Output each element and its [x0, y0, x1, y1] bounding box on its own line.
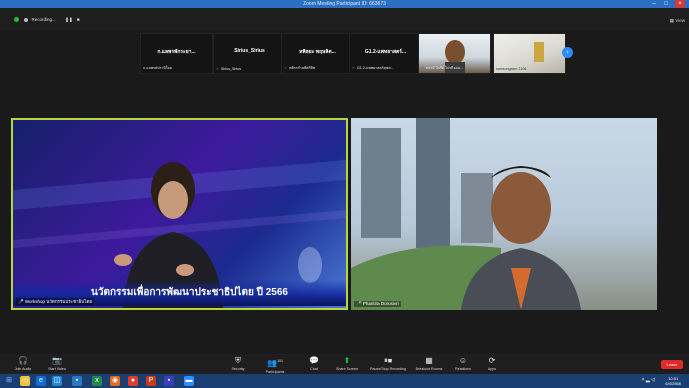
meeting-toolbar: 🎧 Join Audio 📷 Start Video ⛨ Security 👥1… — [0, 354, 689, 374]
toolbar-label: Security — [231, 367, 245, 371]
recording-indicator[interactable]: Recording... ❚❚ ■ — [14, 17, 80, 23]
presentation-banner: นวัตกรรมเพื่อการพัฒนาประชาธิปไตย ปี 2566 — [91, 287, 288, 298]
toolbar-label: Start Video — [48, 367, 66, 371]
participant-thumb[interactable]: หพิฮยะ พฤษลิต... ✕ หพิรรกำลพิตริสิท — [281, 33, 354, 74]
mic-muted-icon: ✕ — [352, 66, 356, 70]
network-icon: ▂ — [645, 377, 650, 383]
mic-muted-icon: ✕ — [216, 67, 220, 71]
participant-caption: ก.แลพรพ่ประบิใดย — [143, 66, 172, 70]
chrome-icon[interactable]: ● — [128, 376, 138, 386]
stop-icon[interactable]: ■ — [77, 17, 80, 22]
app-icon[interactable]: ▪ — [72, 376, 82, 386]
apps-icon: ⟳ — [488, 356, 496, 365]
pause-icon[interactable]: ❚❚ — [65, 17, 73, 22]
recording-label: Recording... — [31, 17, 56, 22]
participants-button[interactable]: 👥101 Participants — [258, 355, 292, 374]
chat-button[interactable]: 💬 Chat — [297, 355, 331, 371]
system-tray[interactable]: ˄ ▂ ◁ — [642, 377, 655, 383]
clock-date: 6/4/2566 — [665, 381, 681, 386]
mic-muted-icon: ✕ — [421, 66, 425, 70]
mic-icon: 🎤 — [356, 301, 362, 306]
share-screen-icon: ⬆ — [343, 356, 351, 365]
volume-icon: ◁ — [651, 377, 655, 383]
chat-icon: 💬 — [309, 356, 319, 365]
participant-thumb[interactable]: ✕ ทรรมี วิภรีย์ โปรกิจอน... — [418, 33, 491, 74]
windows-start-icon[interactable]: ⊞ — [4, 376, 14, 386]
participant-caption: Sirius_Sirius — [221, 67, 241, 71]
apps-button[interactable]: ⟳ Apps — [475, 355, 509, 371]
recording-dot-icon — [24, 17, 29, 22]
meeting-topbar — [0, 8, 689, 30]
leave-button[interactable]: Leave — [661, 360, 683, 369]
mic-icon: 🎤 — [18, 299, 24, 304]
headphones-icon: 🎧 — [18, 356, 28, 365]
toolbar-label: Join Audio — [14, 367, 32, 371]
participant-name: Workshop นวัตกรรมประชาธิปไตย — [24, 299, 93, 304]
view-label: View — [675, 18, 685, 23]
record-icon: ⏸⏹ — [384, 356, 392, 365]
people-icon: 👥101 — [267, 358, 283, 368]
video-tile-speaker[interactable]: 🎤 Phantira Dorusivri — [351, 118, 657, 310]
edge-browser-icon[interactable]: e — [36, 376, 46, 386]
shield-status-icon — [14, 17, 19, 23]
participant-name: หพิฮยะ พฤษลิต... — [299, 49, 336, 55]
participant-thumb[interactable]: Sirius_Sirius ✕ Sirius_Sirius — [213, 33, 286, 74]
grid-icon: ▦ — [425, 356, 433, 365]
participant-thumb[interactable]: samsungcam 2106 — [493, 33, 566, 74]
join-audio-button[interactable]: 🎧 Join Audio — [6, 355, 40, 371]
participant-name-tag: 🎤 Workshop นวัตกรรมประชาธิปไตย — [16, 298, 95, 305]
window-title: Zoom Meeting Participant ID: 663673 — [303, 1, 386, 7]
video-off-icon: 📷 — [52, 356, 62, 365]
mic-muted-icon: ✕ — [284, 66, 288, 70]
participant-thumb[interactable]: ก.แลพรพักระยา... ก.แลพรพ่ประบิใดย — [140, 33, 213, 74]
participant-caption: samsungcam 2106 — [496, 67, 527, 71]
chevron-up-icon: ˄ — [641, 377, 645, 383]
powerpoint-icon[interactable]: P — [146, 376, 156, 386]
participant-count: 101 — [277, 359, 283, 363]
os-taskbar: ⊞ ▭ e ◫ ▪ x ◉ ● P ▪ ▬ ˄ ▂ ◁ 10:51 6/4/25… — [0, 374, 689, 388]
next-page-button[interactable]: › — [562, 47, 573, 58]
pause-stop-recording-button[interactable]: ⏸⏹ Pause/Stop Recording — [368, 355, 408, 371]
participant-name: ก.แลพรพักระยา... — [157, 49, 196, 55]
zoom-icon[interactable]: ▬ — [184, 376, 194, 386]
maximize-button[interactable]: □ — [661, 0, 671, 8]
minimize-button[interactable]: – — [649, 0, 659, 8]
participant-caption: G1.2-แพทยาสตร์สุขต... — [357, 66, 394, 70]
participant-name: Sirius_Sirius — [234, 48, 265, 54]
participant-name-tag: 🎤 Phantira Dorusivri — [354, 301, 401, 307]
firefox-icon[interactable]: ◉ — [110, 376, 120, 386]
speaker-video — [351, 118, 581, 310]
store-icon[interactable]: ◫ — [52, 376, 62, 386]
grid-view-icon: ▦ — [669, 18, 675, 23]
breakout-rooms-button[interactable]: ▦ Breakout Rooms — [412, 355, 446, 371]
file-explorer-icon[interactable]: ▭ — [20, 376, 30, 386]
shield-icon: ⛨ — [235, 356, 241, 365]
toolbar-label: Share Screen — [336, 367, 358, 371]
participant-name: Phantira Dorusivri — [362, 301, 399, 306]
start-video-button[interactable]: 📷 Start Video — [40, 355, 74, 371]
share-screen-button[interactable]: ⬆ Share Screen — [330, 355, 364, 371]
window-titlebar: Zoom Meeting Participant ID: 663673 – □ … — [0, 0, 689, 8]
chevron-right-icon: › — [566, 49, 569, 56]
participant-caption: ทรรมี วิภรีย์ โปรกิจอน... — [426, 66, 464, 70]
app-icon-2[interactable]: ▪ — [164, 376, 174, 386]
participant-name: G1.2-แพทยาสตร์... — [364, 49, 407, 55]
excel-icon[interactable]: x — [92, 376, 102, 386]
toolbar-label: Chat — [310, 367, 318, 371]
participant-thumb[interactable]: G1.2-แพทยาสตร์... ✕ G1.2-แพทยาสตร์สุขต... — [349, 33, 422, 74]
toolbar-label: Apps — [487, 367, 497, 371]
participant-caption: หพิรรกำลพิตริสิท — [289, 66, 316, 70]
toolbar-label: Reactions — [455, 367, 471, 371]
security-button[interactable]: ⛨ Security — [221, 355, 255, 371]
system-clock[interactable]: 10:51 6/4/2566 — [665, 376, 681, 386]
toolbar-label: Pause/Stop Recording — [370, 367, 406, 371]
video-tile-presenter[interactable]: นวัตกรรมเพื่อการพัฒนาประชาธิปไตย ปี 2566… — [11, 118, 348, 310]
view-button[interactable]: ▦ View — [670, 18, 685, 24]
close-button[interactable]: × — [675, 0, 685, 8]
toolbar-label: Breakout Rooms — [415, 367, 443, 371]
